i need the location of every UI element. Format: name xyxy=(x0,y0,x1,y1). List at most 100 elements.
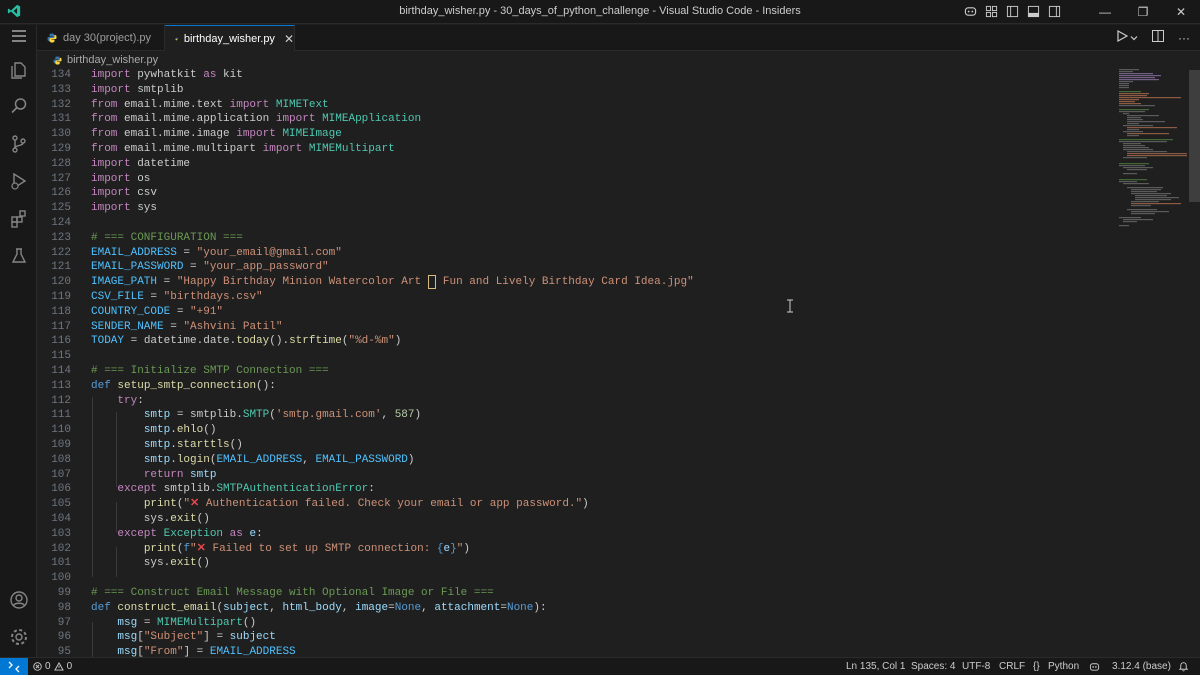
line-source: def setup_smtp_connection(): xyxy=(91,379,276,392)
toggle-panel-icon[interactable] xyxy=(1026,4,1041,19)
scrollbar-thumb[interactable] xyxy=(1189,70,1200,202)
breadcrumb[interactable]: birthday_wisher.py xyxy=(37,52,158,68)
code-line[interactable]: 109 smtp.starttls() xyxy=(37,438,1117,453)
close-window-button[interactable]: ✕ xyxy=(1162,0,1200,24)
code-line[interactable]: 130 from email.mime.image import MIMEImag… xyxy=(37,127,1117,142)
code-line[interactable]: 120 IMAGE_PATH = "Happy Birthday Minion W… xyxy=(37,275,1117,290)
title-bar: birthday_wisher.py - 30_days_of_python_c… xyxy=(0,0,1200,24)
code-line[interactable]: 116 TODAY = datetime.date.today().strftim… xyxy=(37,334,1117,349)
manage-gear-icon[interactable] xyxy=(8,626,30,648)
notifications-bell-icon[interactable] xyxy=(1178,661,1189,675)
line-number: 103 xyxy=(51,527,71,540)
toggle-primary-sidebar-icon[interactable] xyxy=(1005,4,1020,19)
line-number: 114 xyxy=(51,365,71,377)
minimap[interactable] xyxy=(1117,67,1187,247)
explorer-icon[interactable] xyxy=(8,59,30,81)
line-number: 130 xyxy=(51,128,71,141)
language-mode[interactable]: Python xyxy=(1048,661,1079,672)
line-number: 96 xyxy=(57,631,71,644)
error-icon xyxy=(33,662,42,671)
line-source: msg["Subject"] = subject xyxy=(117,631,276,644)
code-line[interactable]: 131 from email.mime.application import MI… xyxy=(37,112,1117,127)
source-control-icon[interactable] xyxy=(8,133,30,155)
code-line[interactable]: 111 smtp = smtplib.SMTP('smtp.gmail.com'… xyxy=(37,408,1117,423)
line-source: return smtp xyxy=(143,468,217,481)
python-file-icon xyxy=(53,55,62,65)
code-line[interactable]: 104 sys.exit() xyxy=(37,512,1117,527)
code-line[interactable]: 108 smtp.login(EMAIL_ADDRESS, EMAIL_PASS… xyxy=(37,453,1117,468)
code-line[interactable]: 106 except smtplib.SMTPAuthenticationErr… xyxy=(37,482,1117,497)
code-line[interactable]: 118 COUNTRY_CODE = "+91" xyxy=(37,305,1117,320)
code-line[interactable]: 115 xyxy=(37,349,1117,364)
python-interpreter[interactable]: 3.12.4 (base) xyxy=(1112,661,1171,672)
code-line[interactable]: 126 import csv xyxy=(37,186,1117,201)
more-actions-icon[interactable]: ··· xyxy=(1178,31,1190,45)
code-line[interactable]: 96 msg["Subject"] = subject xyxy=(37,630,1117,645)
run-dropdown-chevron-icon[interactable] xyxy=(1130,31,1138,45)
code-line[interactable]: 123 # === CONFIGURATION === xyxy=(37,231,1117,246)
menu-icon[interactable] xyxy=(8,25,30,47)
code-line[interactable]: 128 import datetime xyxy=(37,157,1117,172)
code-line[interactable]: 132 from email.mime.text import MIMEText xyxy=(37,98,1117,113)
warning-icon xyxy=(53,662,64,671)
code-line[interactable]: 101 sys.exit() xyxy=(37,556,1117,571)
toggle-secondary-sidebar-icon[interactable] xyxy=(1047,4,1062,19)
code-line[interactable]: 124 xyxy=(37,216,1117,231)
code-line[interactable]: 127 import os xyxy=(37,172,1117,187)
code-line[interactable]: 122 EMAIL_ADDRESS = "your_email@gmail.com… xyxy=(37,246,1117,261)
code-line[interactable]: 134 import pywhatkit as kit xyxy=(37,68,1117,83)
close-tab-icon[interactable]: ✕ xyxy=(284,32,294,46)
accounts-icon[interactable] xyxy=(8,589,30,611)
code-editor[interactable]: 134 import pywhatkit as kit 133 import smtp… xyxy=(37,67,1117,657)
code-line[interactable]: 95 msg["From"] = EMAIL_ADDRESS xyxy=(37,645,1117,657)
code-line[interactable]: 103 except Exception as e: xyxy=(37,527,1117,542)
line-number: 117 xyxy=(51,320,71,333)
line-source: # === Construct Email Message with Optio… xyxy=(91,587,494,599)
customize-layout-icon[interactable] xyxy=(984,4,999,19)
copilot-icon[interactable] xyxy=(963,4,978,19)
tab-birthday-wisher[interactable]: birthday_wisher.py ✕ xyxy=(165,25,295,51)
code-line[interactable]: 133 import smtplib xyxy=(37,83,1117,98)
code-line[interactable]: 102 print(f"✕ Failed to set up SMTP conn… xyxy=(37,542,1117,557)
code-line[interactable]: 121 EMAIL_PASSWORD = "your_app_password" xyxy=(37,260,1117,275)
line-source: def construct_email(subject, html_body, … xyxy=(91,601,547,614)
encoding[interactable]: UTF-8 xyxy=(962,661,990,672)
warning-count: 0 xyxy=(66,661,73,672)
language-braces-icon: {} xyxy=(1033,661,1040,672)
code-line[interactable]: 113 def setup_smtp_connection(): xyxy=(37,379,1117,394)
remote-window-icon[interactable] xyxy=(0,658,28,675)
line-number: 125 xyxy=(51,202,71,215)
indentation[interactable]: Spaces: 4 xyxy=(911,661,955,672)
run-debug-icon[interactable] xyxy=(8,170,30,192)
code-line[interactable]: 100 xyxy=(37,571,1117,586)
line-number: 115 xyxy=(51,350,71,363)
end-of-line[interactable]: CRLF xyxy=(999,661,1025,672)
code-line[interactable]: 117 SENDER_NAME = "Ashvini Patil" xyxy=(37,320,1117,335)
line-number: 111 xyxy=(51,409,71,422)
testing-flask-icon[interactable] xyxy=(8,245,30,267)
line-number: 97 xyxy=(57,616,71,629)
problems-indicator[interactable]: 0 0 xyxy=(33,661,72,672)
code-line[interactable]: 114 # === Initialize SMTP Connection === xyxy=(37,364,1117,379)
cursor-position[interactable]: Ln 135, Col 1 xyxy=(846,661,906,672)
code-line[interactable]: 97 msg = MIMEMultipart() xyxy=(37,616,1117,631)
run-python-file-icon[interactable] xyxy=(1116,29,1129,45)
code-line[interactable]: 107 return smtp xyxy=(37,468,1117,483)
code-line[interactable]: 99 # === Construct Email Message with Opt… xyxy=(37,586,1117,601)
code-line[interactable]: 125 import sys xyxy=(37,201,1117,216)
code-line[interactable]: 98 def construct_email(subject, html_body… xyxy=(37,601,1117,616)
line-source: import csv xyxy=(91,187,158,200)
split-editor-icon[interactable] xyxy=(1152,30,1164,45)
tab-day-30-project[interactable]: day 30(project).py xyxy=(37,25,165,51)
line-source: from email.mime.image import MIMEImage xyxy=(91,128,342,141)
restore-button[interactable]: ❐ xyxy=(1124,0,1162,24)
code-line[interactable]: 129 from email.mime.multipart import MIME… xyxy=(37,142,1117,157)
line-source: msg["From"] = EMAIL_ADDRESS xyxy=(117,646,296,657)
minimize-button[interactable]: — xyxy=(1086,0,1124,24)
search-icon[interactable] xyxy=(8,95,30,117)
code-line[interactable]: 119 CSV_FILE = "birthdays.csv" xyxy=(37,290,1117,305)
code-line[interactable]: 105 print("✕ Authentication failed. Chec… xyxy=(37,497,1117,512)
code-line[interactable]: 112 try: xyxy=(37,394,1117,409)
code-line[interactable]: 110 smtp.ehlo() xyxy=(37,423,1117,438)
extensions-icon[interactable] xyxy=(8,208,30,230)
